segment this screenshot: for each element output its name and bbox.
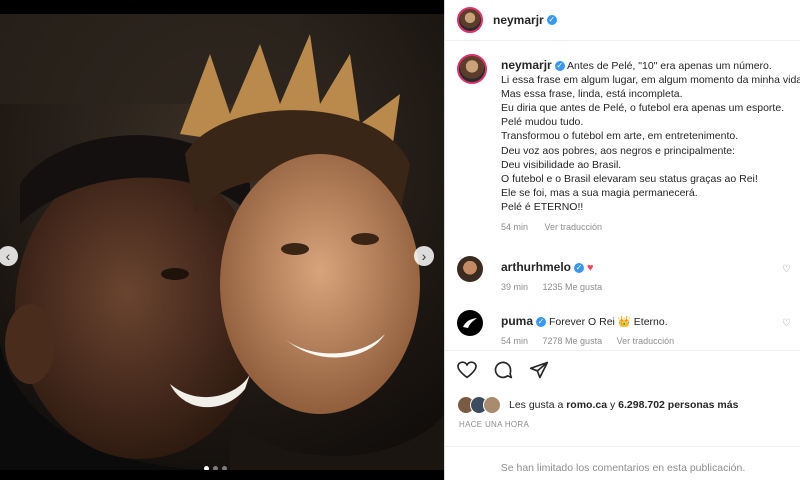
action-bar — [457, 360, 549, 380]
comment-time: 54 min — [501, 336, 529, 346]
post-header: neymarjr ✓ — [445, 0, 800, 41]
caption-line: Deu visibilidade ao Brasil. — [501, 158, 622, 171]
caption-username[interactable]: neymarjr — [501, 58, 552, 72]
commenter-username[interactable]: puma — [501, 314, 533, 328]
caption-line: Transformou o futebol em arte, em entret… — [501, 130, 739, 143]
heart-emoji: ♥ — [586, 262, 594, 274]
caption-line: Deu voz aos pobres, aos negros e princip… — [501, 144, 736, 157]
commenter-avatar[interactable] — [457, 310, 483, 336]
caption-translate-link[interactable]: Ver traducción — [545, 222, 603, 232]
comment-text-suffix: Eterno. — [633, 316, 668, 328]
likes-middle: y — [610, 399, 616, 411]
verified-badge-icon: ✓ — [536, 317, 547, 328]
chevron-left-icon: ‹ — [5, 248, 11, 264]
caption-avatar[interactable] — [457, 54, 487, 84]
caption-line: Ele se foi, mas a sua magia permanecerá. — [501, 186, 698, 199]
bottom-bar — [0, 470, 444, 480]
comment-body: puma ✓ Forever O Rei 👑 Eterno. — [501, 314, 668, 328]
caption-line: Pelé é ETERNO!! — [501, 200, 584, 213]
likes-prefix: Les gusta a — [509, 399, 564, 411]
post-details-panel: neymarjr ✓ neymarjr ✓ Antes de Pelé, "10"… — [444, 0, 800, 480]
verified-badge-icon: ✓ — [546, 15, 557, 25]
crown-emoji: 👑 — [617, 316, 631, 328]
likes-user-link[interactable]: romo.ca — [566, 399, 607, 411]
next-photo-button[interactable]: › — [414, 246, 434, 266]
post-photo: ‹ › — [0, 14, 444, 470]
caption-time: 54 min — [501, 222, 529, 233]
verified-badge-icon: ✓ — [554, 61, 565, 72]
likes-summary: Les gusta a romo.ca y 6.298.702 personas… — [457, 396, 738, 414]
verified-badge-icon: ✓ — [574, 263, 585, 274]
comments-limited-notice: Se han limitado los comentarios en esta … — [500, 462, 746, 474]
puma-logo-icon — [463, 318, 477, 328]
comment-meta: 54 min 7278 Me gusta Ver traducción — [501, 336, 686, 346]
caption-line: Li essa frase em algum lugar, em algum m… — [501, 74, 800, 87]
post-timestamp: HACE UNA HORA — [459, 420, 530, 429]
commenter-username[interactable]: arthurhmelo — [501, 260, 571, 274]
comment-text: Forever O Rei — [548, 316, 615, 328]
like-heart-icon[interactable] — [457, 361, 477, 379]
comment-translate-link[interactable]: Ver traducción — [617, 336, 675, 346]
divider — [445, 350, 800, 351]
comment-bubble-icon[interactable] — [493, 360, 513, 380]
commenter-avatar[interactable] — [457, 256, 483, 282]
liker-avatar — [483, 396, 501, 414]
likes-count-link[interactable]: 6.298.702 personas más — [618, 399, 738, 411]
caption-text: neymarjr ✓ Antes de Pelé, "10" era apenas… — [501, 58, 800, 234]
author-avatar[interactable] — [457, 7, 483, 33]
share-paper-plane-icon[interactable] — [529, 360, 549, 380]
author-username[interactable]: neymarjr — [493, 13, 544, 27]
chevron-right-icon: › — [421, 248, 427, 264]
caption-line: Pelé mudou tudo. — [501, 116, 584, 129]
comment-time: 39 min — [501, 282, 529, 292]
caption-line: Eu diria que antes de Pelé, o futebol er… — [501, 102, 785, 115]
caption-line: Mas essa frase, linda, está incompleta. — [501, 88, 683, 101]
caption-meta: 54 min Ver traducción — [501, 220, 800, 234]
comment-likes[interactable]: 7278 Me gusta — [543, 336, 603, 346]
photo-illustration — [0, 14, 444, 470]
comment-like-heart-icon[interactable]: ♡ — [782, 318, 791, 329]
comment-likes[interactable]: 1235 Me gusta — [543, 282, 603, 292]
comment-body: arthurhmelo ✓ ♥ — [501, 260, 593, 274]
comment-like-heart-icon[interactable]: ♡ — [782, 264, 791, 275]
divider — [445, 446, 800, 447]
caption-line: O futebol e o Brasil elevaram seu status… — [501, 172, 758, 185]
comment-meta: 39 min 1235 Me gusta — [501, 282, 614, 292]
caption-line: Antes de Pelé, "10" era apenas um número… — [567, 60, 772, 72]
